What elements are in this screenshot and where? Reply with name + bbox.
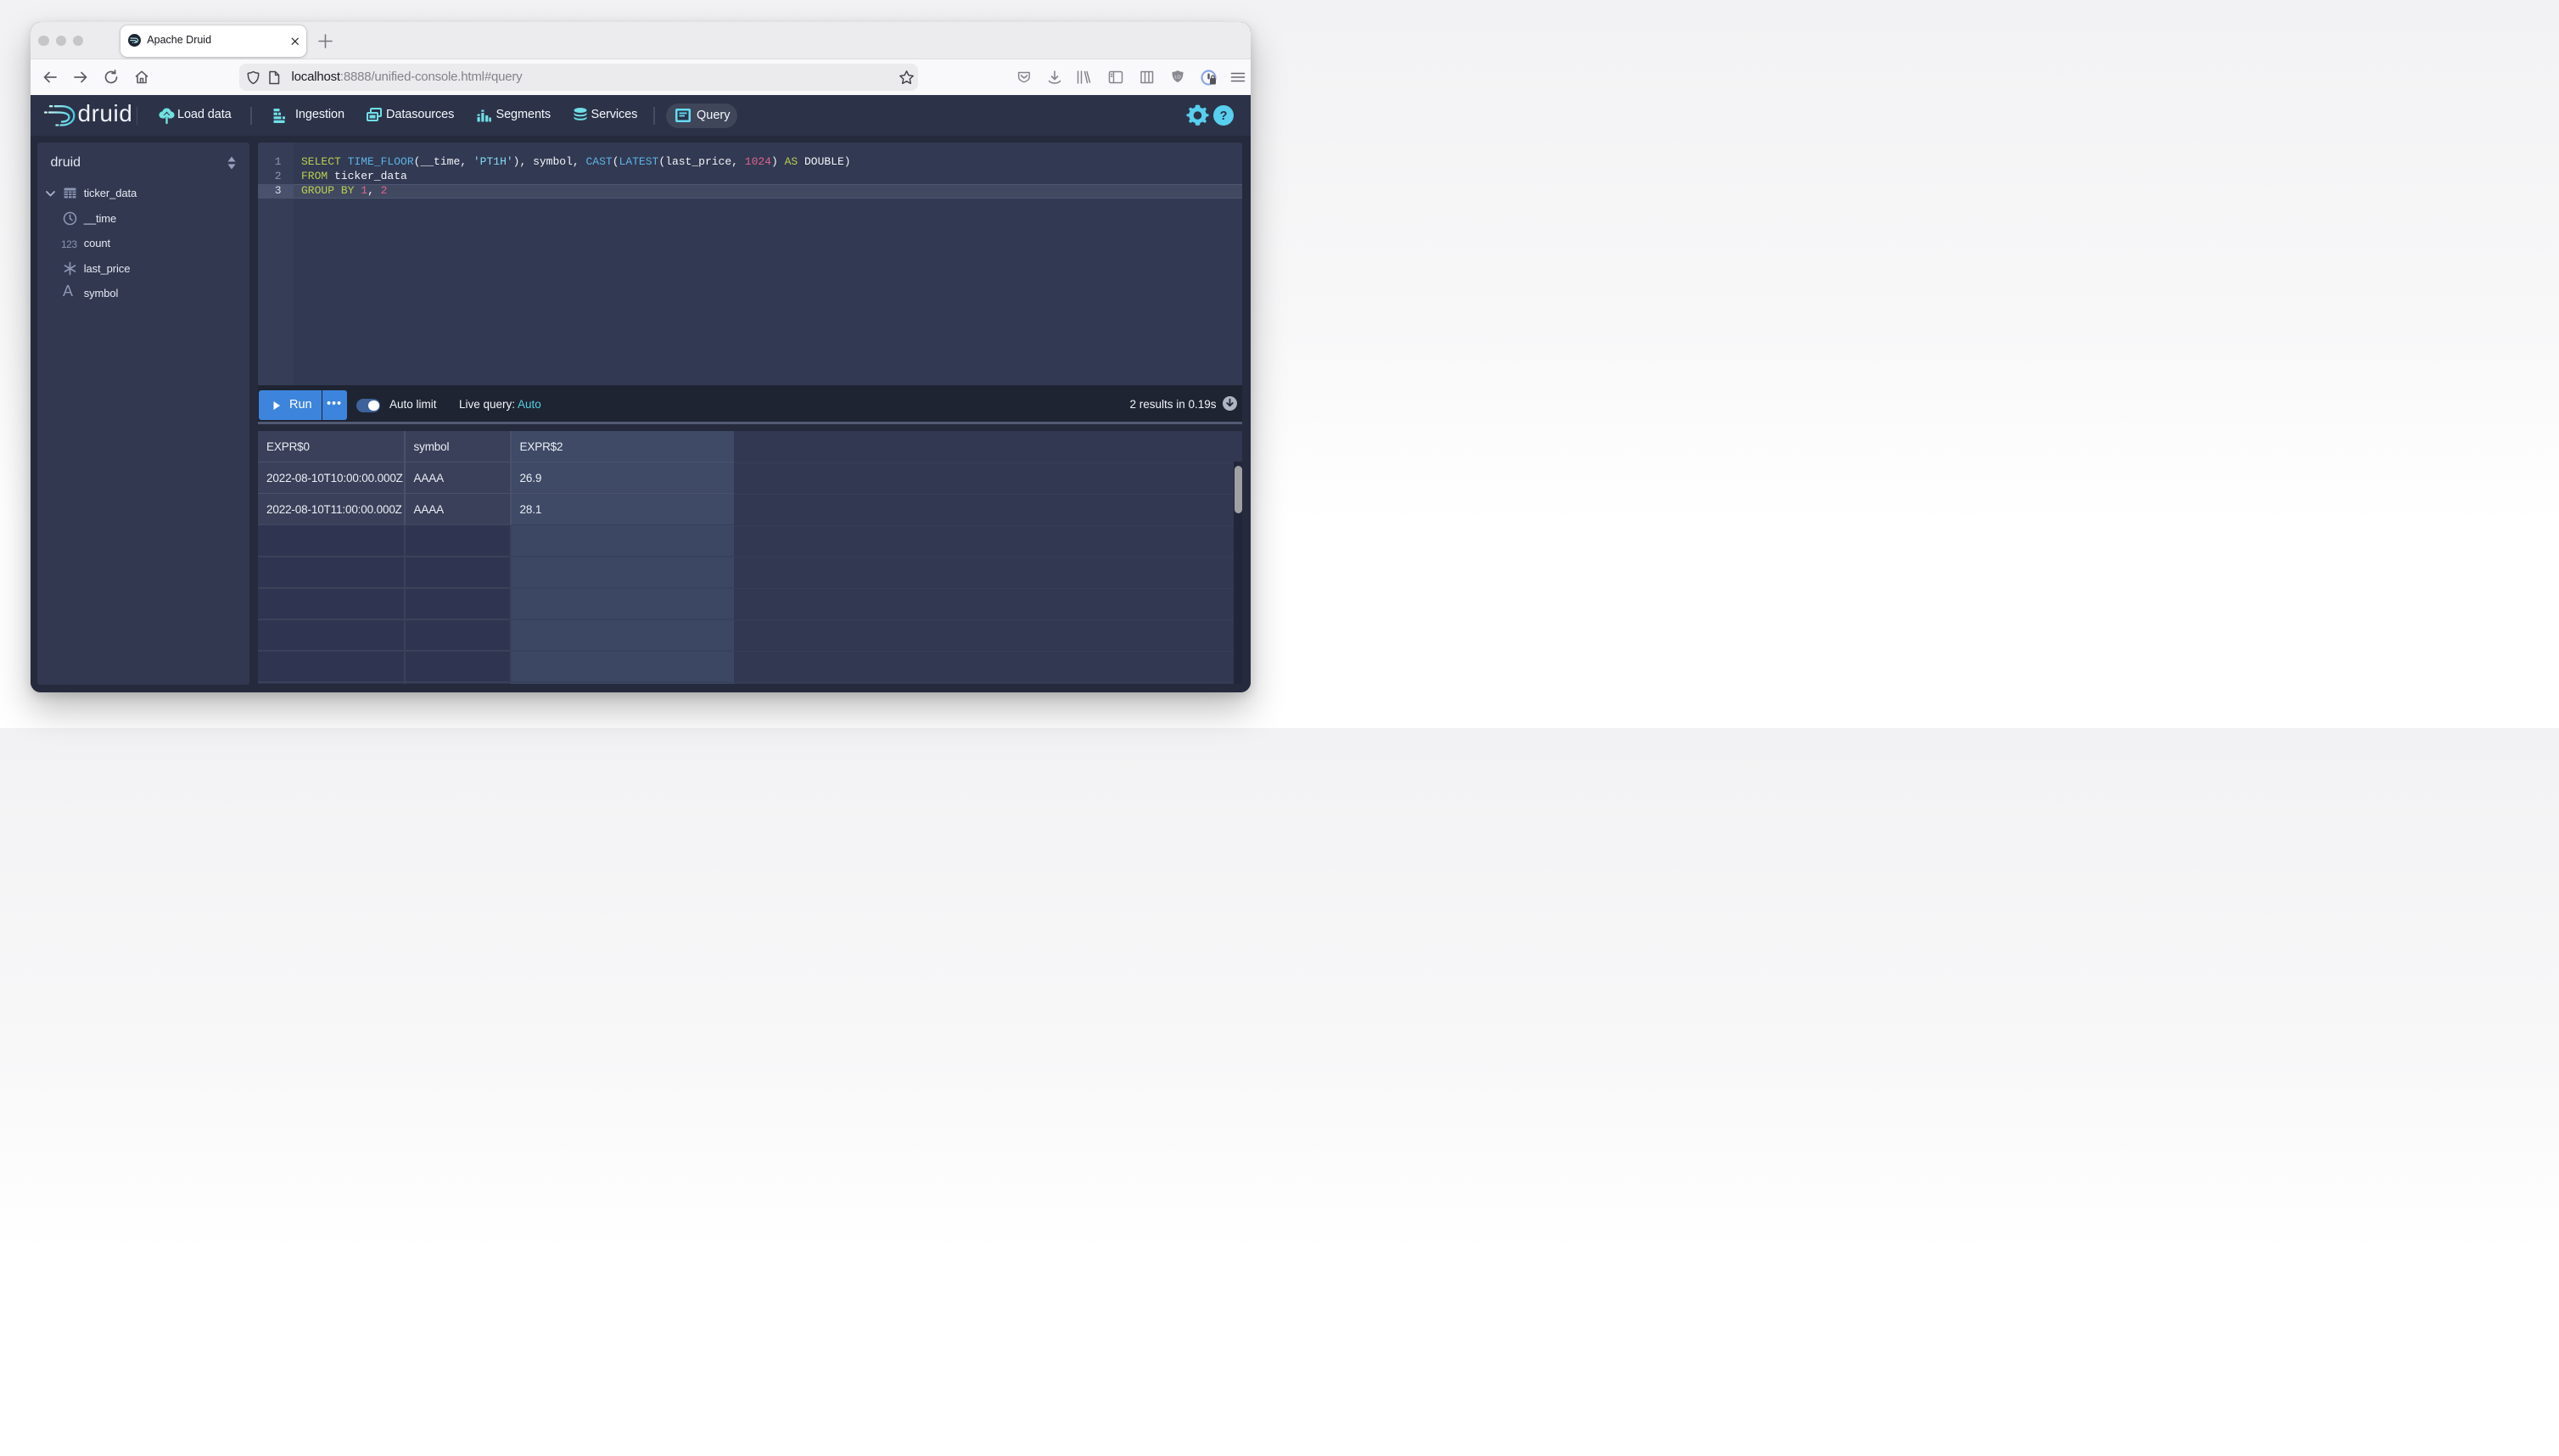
svg-text:?: ? — [1220, 109, 1228, 123]
svg-text:LO: LO — [1174, 76, 1181, 81]
